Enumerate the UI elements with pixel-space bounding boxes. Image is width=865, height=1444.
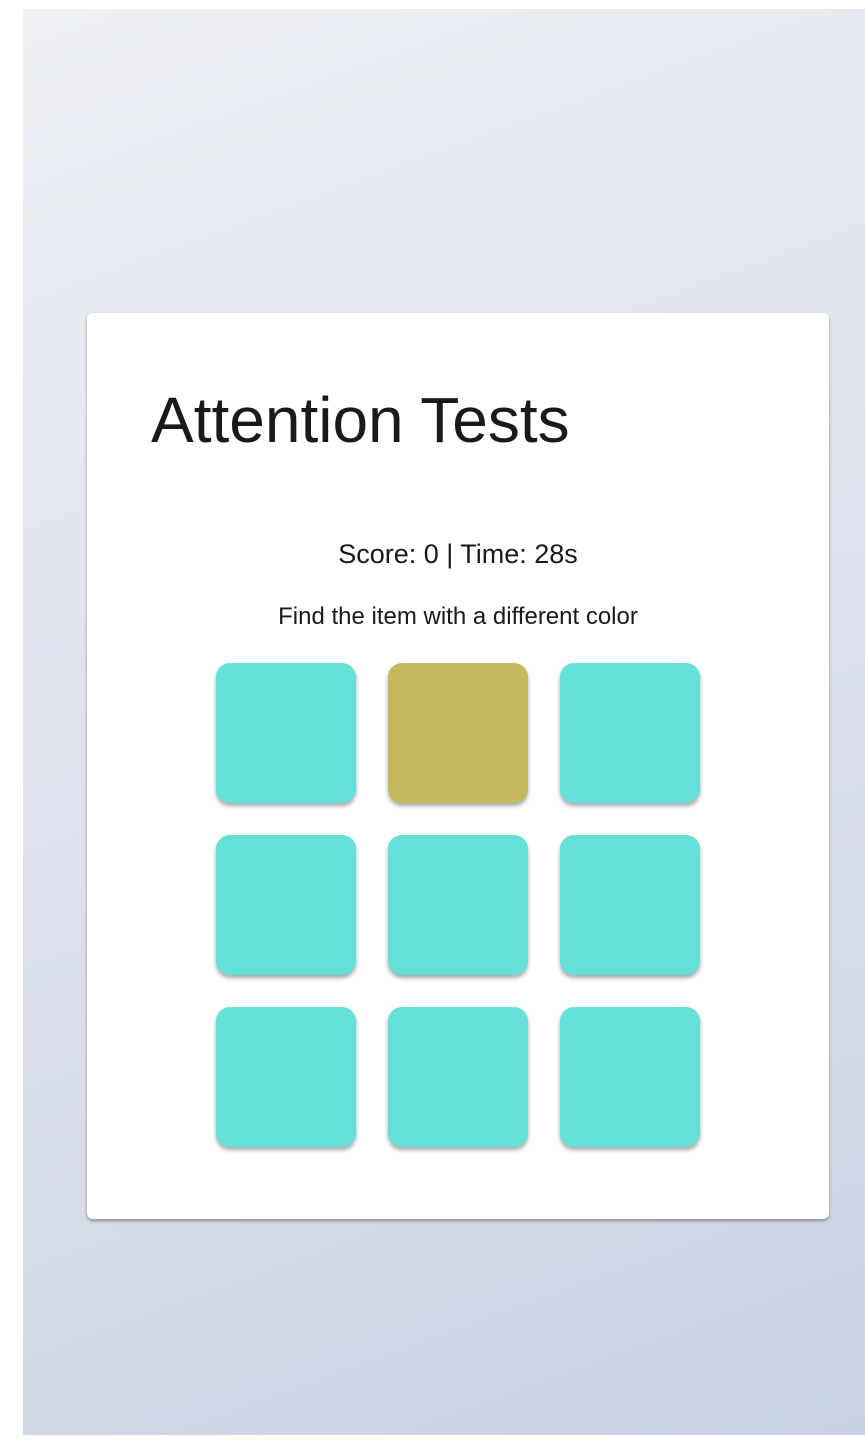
score-timer-text: Score: 0 | Time: 28s [338, 539, 578, 569]
page-title: Attention Tests [151, 384, 570, 456]
color-tile[interactable] [560, 663, 700, 803]
instruction-text: Find the item with a different color [278, 603, 638, 630]
color-tile[interactable] [388, 1007, 528, 1147]
color-tile[interactable] [216, 663, 356, 803]
color-tile[interactable] [216, 835, 356, 975]
color-tile[interactable] [560, 1007, 700, 1147]
tile-grid [216, 663, 700, 1147]
color-tile[interactable] [560, 835, 700, 975]
odd-color-tile[interactable] [388, 663, 528, 803]
color-tile[interactable] [216, 1007, 356, 1147]
page-background: Attention Tests Score: 0 | Time: 28s Fin… [23, 9, 865, 1435]
game-card: Attention Tests Score: 0 | Time: 28s Fin… [87, 313, 829, 1219]
color-tile[interactable] [388, 835, 528, 975]
